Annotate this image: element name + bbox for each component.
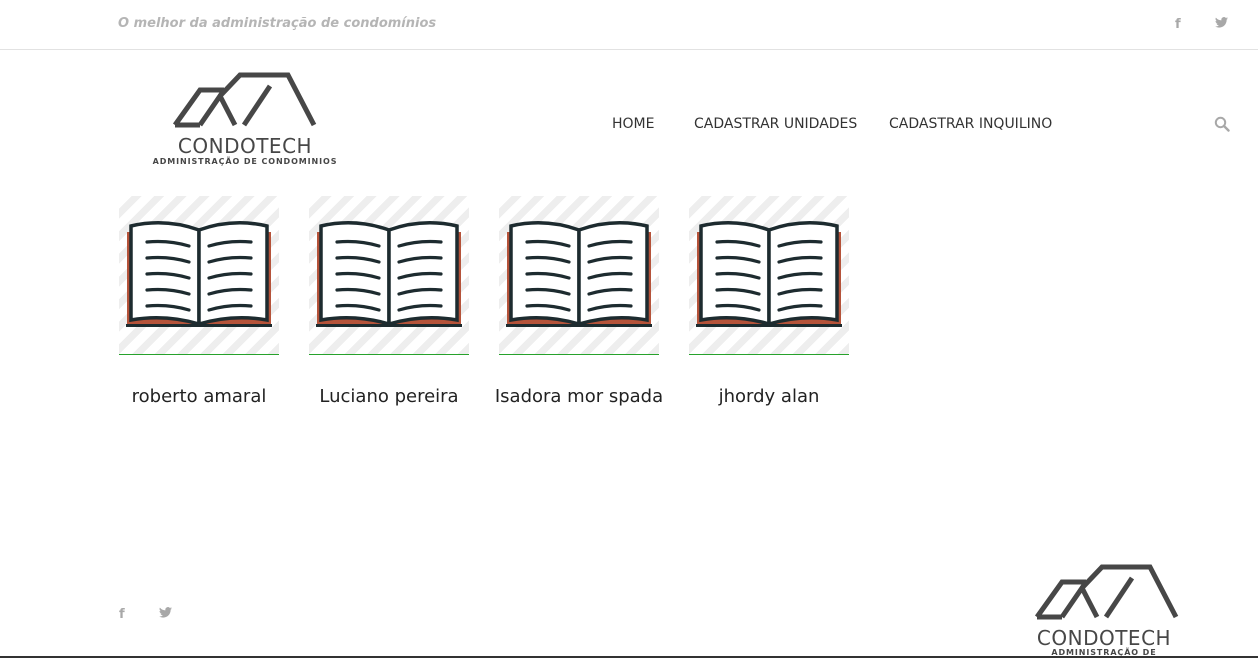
tenant-thumbnail[interactable] — [119, 196, 279, 355]
tenant-thumbnail[interactable] — [499, 196, 659, 355]
open-book-icon — [126, 221, 272, 327]
tenant-name[interactable]: jhordy alan — [669, 386, 869, 407]
nav-cadastrar-unidades[interactable]: CADASTRAR UNIDADES — [694, 116, 857, 132]
tenant-card[interactable]: Luciano pereira — [309, 196, 469, 407]
tenant-card[interactable]: roberto amaral — [119, 196, 279, 407]
facebook-icon[interactable]: f — [1175, 17, 1181, 32]
footer-twitter-icon[interactable] — [159, 607, 172, 618]
open-book-icon — [506, 221, 652, 327]
tenant-thumbnail[interactable] — [689, 196, 849, 355]
tenant-name[interactable]: Luciano pereira — [289, 386, 489, 407]
top-bar: O melhor da administração de condomínios… — [0, 0, 1258, 50]
twitter-icon[interactable] — [1215, 17, 1228, 28]
nav-cadastrar-inquilino[interactable]: CADASTRAR INQUILINO — [889, 116, 1052, 132]
nav-home[interactable]: HOME — [612, 116, 654, 132]
roof-logo-icon — [1034, 564, 1179, 620]
tenant-thumbnail[interactable] — [309, 196, 469, 355]
tenant-card[interactable]: Isadora mor spada — [495, 196, 663, 407]
open-book-icon — [316, 221, 462, 327]
site-tagline: O melhor da administração de condomínios — [118, 16, 437, 31]
tenant-name[interactable]: roberto amaral — [99, 386, 299, 407]
tenant-name[interactable]: Isadora mor spada — [479, 386, 679, 407]
tenant-card[interactable]: jhordy alan — [689, 196, 849, 407]
brand-name: CONDOTECH — [177, 134, 313, 158]
search-icon[interactable] — [1214, 116, 1230, 132]
roof-logo-icon — [172, 72, 317, 128]
footer-facebook-icon[interactable]: f — [119, 607, 125, 622]
site-logo[interactable]: CONDOTECH ADMINISTRAÇÃO DE CONDOMINIOS — [150, 72, 340, 172]
brand-subtitle: ADMINISTRAÇÃO DE CONDOMINIOS — [152, 157, 338, 166]
open-book-icon — [696, 221, 842, 327]
footer-brand-name: CONDOTECH — [1036, 626, 1172, 650]
footer-logo[interactable]: CONDOTECH ADMINISTRAÇÃO DE CONDOMINIOS — [1012, 564, 1202, 658]
